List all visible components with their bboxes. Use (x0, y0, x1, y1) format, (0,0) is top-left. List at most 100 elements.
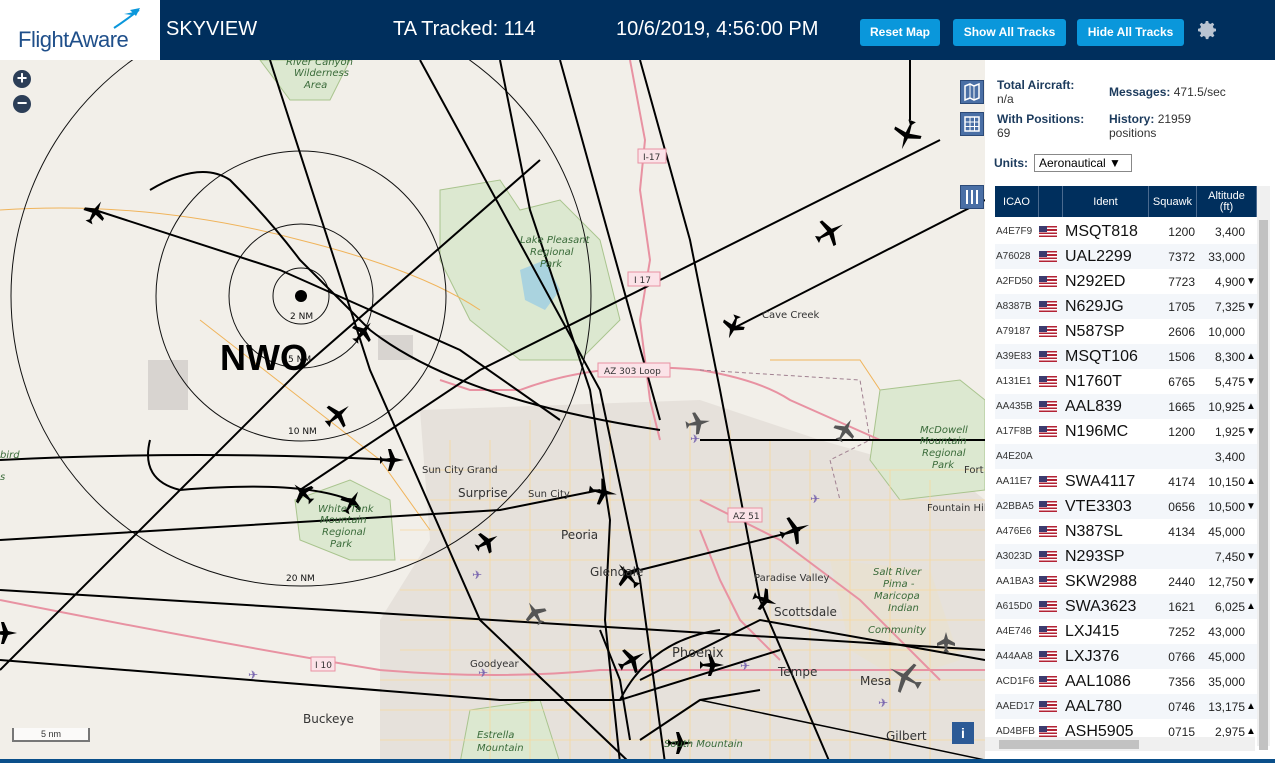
altitude-trend-icon: ▲ (1246, 701, 1256, 712)
svg-text:Area: Area (303, 80, 327, 91)
cell-squawk: 1200 (1168, 224, 1195, 239)
gear-icon[interactable] (1195, 18, 1219, 42)
flag-icon (1039, 326, 1063, 338)
table-row[interactable]: A3023D N293SP 7,450 ▼ (995, 544, 1260, 569)
altitude-trend-icon: ▼ (1246, 501, 1256, 512)
svg-text:bird: bird (0, 450, 20, 461)
table-row[interactable]: A39E83 MSQT106 1506 8,300 ▲ (995, 344, 1260, 369)
cell-ident: AAL839 (1065, 397, 1122, 415)
svg-text:Tempe: Tempe (777, 665, 817, 679)
history-stat: History: 21959 positions (1109, 112, 1192, 140)
svg-text:Peoria: Peoria (561, 528, 598, 542)
table-row[interactable]: A2BBA5 VTE3303 0656 10,500 ▼ (995, 494, 1260, 519)
svg-text:✈: ✈ (810, 492, 820, 506)
table-row[interactable]: A17F8B N196MC 1200 1,925 ▼ (995, 419, 1260, 444)
cell-altitude: 8,300 (1214, 349, 1245, 364)
cell-altitude: 45,000 (1208, 649, 1245, 664)
svg-text:Phoenix: Phoenix (672, 646, 724, 661)
us-flag-icon (1039, 551, 1057, 562)
svg-text:20 NM: 20 NM (286, 574, 315, 584)
altitude-trend-icon: ▲ (1246, 601, 1256, 612)
table-row[interactable]: AAED17 AAL780 0746 13,175 ▲ (995, 694, 1260, 719)
hide-all-tracks-button[interactable]: Hide All Tracks (1077, 19, 1184, 46)
aircraft-sidebar: Total Aircraft: n/a With Positions: 69 Mes… (985, 60, 1275, 763)
cell-squawk: 4174 (1168, 474, 1195, 489)
table-horizontal-scroll-thumb[interactable] (999, 740, 1139, 749)
station-label: NWO (220, 337, 308, 378)
us-flag-icon (1039, 501, 1057, 512)
info-button[interactable]: i (952, 722, 974, 744)
cell-altitude: 10,500 (1208, 499, 1245, 514)
cell-icao: A3023D (996, 551, 1033, 562)
grid-icon[interactable] (960, 112, 984, 136)
cell-squawk: 7723 (1168, 274, 1195, 289)
cell-squawk: 0746 (1168, 699, 1195, 714)
table-vertical-scroll-thumb[interactable] (1259, 220, 1268, 750)
map-view-icon[interactable] (960, 80, 984, 104)
columns-icon[interactable] (960, 185, 984, 209)
cell-icao: A17F8B (996, 426, 1033, 437)
us-flag-icon (1039, 376, 1057, 387)
altitude-trend-icon: ▼ (1246, 576, 1256, 587)
table-row[interactable]: A4E7F9 MSQT818 1200 3,400 (995, 219, 1260, 244)
svg-text:2 NM: 2 NM (290, 312, 313, 322)
svg-text:I 10: I 10 (315, 661, 332, 671)
cell-icao: ACD1F6 (996, 676, 1035, 687)
cell-altitude: 7,450 (1214, 549, 1245, 564)
column-header-icao[interactable]: ICAO (995, 186, 1039, 217)
cell-ident: MSQT106 (1065, 347, 1138, 365)
us-flag-icon (1039, 326, 1057, 337)
table-row[interactable]: A615D0 SWA3623 1621 6,025 ▲ (995, 594, 1260, 619)
table-row[interactable]: A76028 UAL2299 7372 33,000 (995, 244, 1260, 269)
svg-text:Paradise Valley: Paradise Valley (754, 573, 830, 584)
cell-ident: AAL780 (1065, 697, 1122, 715)
table-row[interactable]: A79187 N587SP 2606 10,000 (995, 319, 1260, 344)
svg-text:I-17: I-17 (643, 153, 660, 163)
show-all-tracks-button[interactable]: Show All Tracks (953, 19, 1066, 46)
table-row[interactable]: AA11E7 SWA4117 4174 10,150 ▲ (995, 469, 1260, 494)
map-area[interactable]: River Canyon Wilderness Area Lake Pleasa… (0, 60, 985, 763)
table-row[interactable]: A2FD50 N292ED 7723 4,900 ▼ (995, 269, 1260, 294)
svg-text:Gilbert: Gilbert (886, 729, 927, 743)
reset-map-button[interactable]: Reset Map (860, 19, 940, 46)
cell-ident: SKW2988 (1065, 572, 1138, 590)
svg-text:Community: Community (868, 625, 927, 636)
table-row[interactable]: A44AA8 LXJ376 0766 45,000 (995, 644, 1260, 669)
altitude-trend-icon: ▼ (1246, 376, 1256, 387)
cell-icao: AAED17 (996, 701, 1035, 712)
cell-icao: A79187 (996, 326, 1031, 337)
table-row[interactable]: A131E1 N1760T 6765 5,475 ▼ (995, 369, 1260, 394)
flag-icon (1039, 526, 1063, 538)
svg-text:Maricopa: Maricopa (874, 591, 920, 602)
column-header-ident[interactable]: Ident (1063, 186, 1149, 217)
us-flag-icon (1039, 726, 1057, 737)
map-canvas[interactable]: River Canyon Wilderness Area Lake Pleasa… (0, 60, 985, 763)
cell-altitude: 4,900 (1214, 274, 1245, 289)
table-row[interactable]: AA435B AAL839 1665 10,925 ▲ (995, 394, 1260, 419)
current-datetime: 10/6/2019, 4:56:00 PM (616, 18, 819, 40)
table-row[interactable]: A4E20A 3,400 (995, 444, 1260, 469)
column-header-altitude[interactable]: Altitude (ft) (1197, 186, 1257, 217)
table-row[interactable]: A476E6 N387SL 4134 45,000 (995, 519, 1260, 544)
us-flag-icon (1039, 276, 1057, 287)
altitude-trend-icon: ▼ (1246, 301, 1256, 312)
altitude-trend-icon: ▼ (1246, 276, 1256, 287)
table-row[interactable]: AA1BA3 SKW2988 2440 12,750 ▼ (995, 569, 1260, 594)
table-row[interactable]: A4E746 LXJ415 7252 43,000 (995, 619, 1260, 644)
svg-text:Mountain: Mountain (320, 515, 367, 526)
column-header-flag[interactable] (1039, 186, 1063, 217)
table-row[interactable]: A8387B N629JG 1705 7,325 ▼ (995, 294, 1260, 319)
flag-icon (1039, 676, 1063, 688)
flag-icon (1039, 501, 1063, 513)
table-row[interactable]: ACD1F6 AAL1086 7356 35,000 (995, 669, 1260, 694)
flag-icon (1039, 426, 1063, 438)
column-header-squawk[interactable]: Squawk (1149, 186, 1197, 217)
zoom-in-button[interactable]: + (13, 69, 31, 88)
units-select[interactable]: Aeronautical ▼ (1034, 154, 1132, 172)
cell-squawk: 7372 (1168, 249, 1195, 264)
us-flag-icon (1039, 401, 1057, 412)
logo[interactable]: FlightAware (0, 0, 160, 60)
svg-text:AZ 51: AZ 51 (733, 512, 760, 522)
flag-icon (1039, 226, 1063, 238)
zoom-out-button[interactable]: − (13, 94, 31, 113)
